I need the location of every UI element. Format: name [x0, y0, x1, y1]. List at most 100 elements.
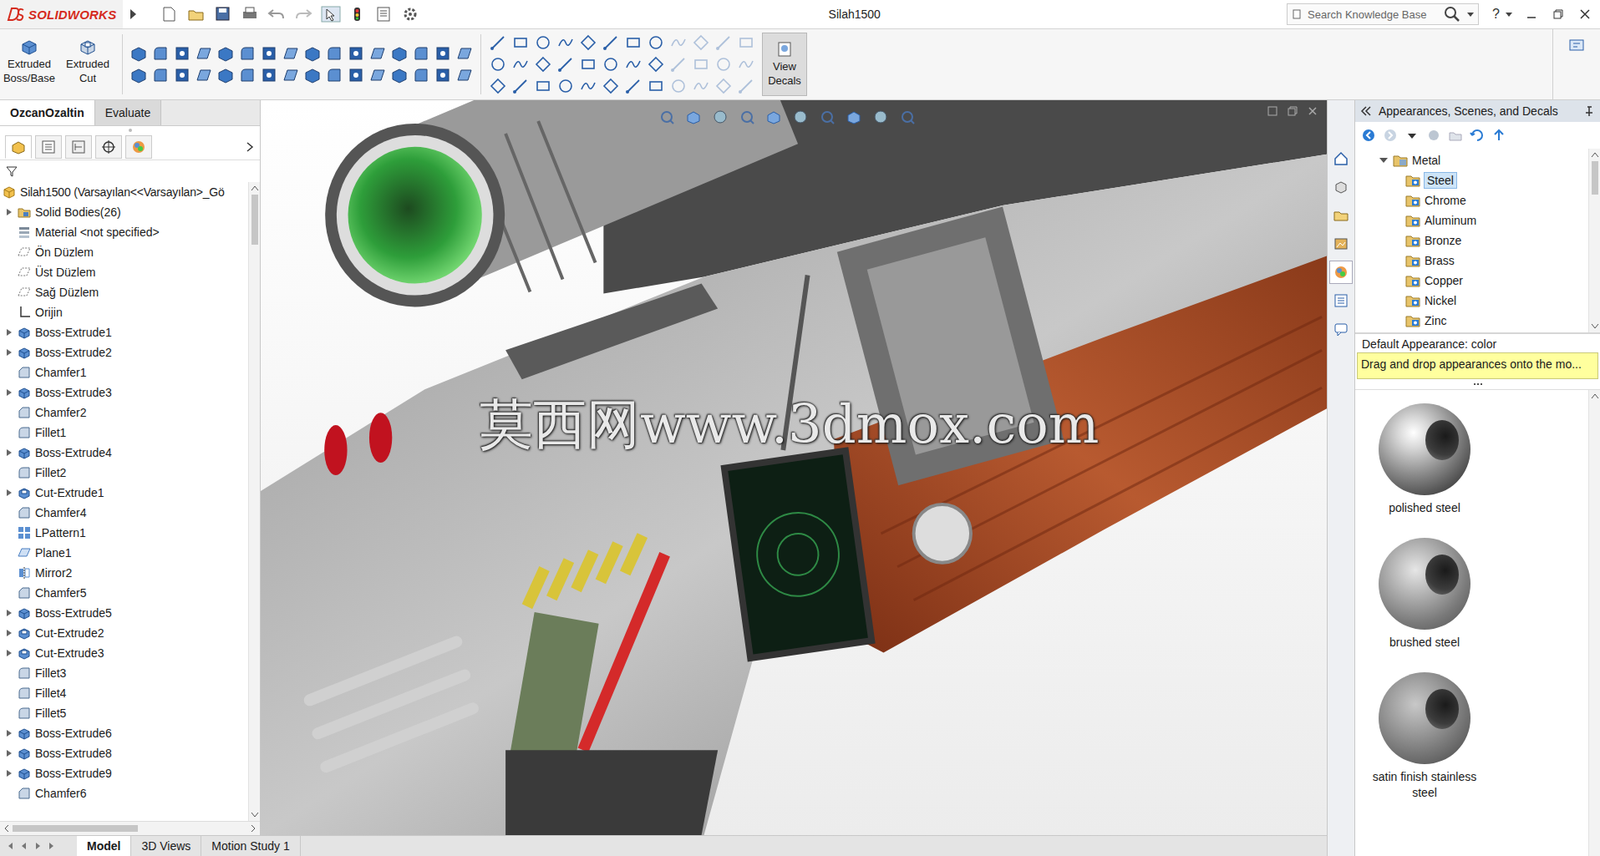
tab-scroll-icon[interactable]: [5, 840, 17, 853]
tree-item[interactable]: Sağ Düzlem: [0, 282, 249, 303]
sketch-tool-icon[interactable]: [736, 76, 756, 96]
feature-tool-icon[interactable]: [325, 44, 344, 63]
feature-tool-icon[interactable]: [129, 66, 148, 85]
appearance-category[interactable]: Steel: [1355, 170, 1589, 191]
feature-tool-icon[interactable]: [151, 66, 170, 85]
task-pane-tab[interactable]: [1329, 260, 1353, 285]
sketch-tool-icon[interactable]: [601, 33, 620, 52]
viewport-restore-icon[interactable]: [1286, 105, 1299, 117]
feature-tool-icon[interactable]: [172, 44, 192, 63]
sketch-tool-icon[interactable]: [556, 55, 575, 74]
sketch-tool-icon[interactable]: [624, 55, 643, 74]
sketch-tool-icon[interactable]: [646, 76, 666, 96]
expand-arrow-icon[interactable]: [5, 609, 13, 618]
expand-arrow-icon[interactable]: [5, 488, 13, 498]
expand-arrow-icon[interactable]: [5, 629, 13, 638]
logo[interactable]: SOLIDWORKS: [0, 0, 123, 29]
appearance-tree-scrollbar[interactable]: [1588, 148, 1600, 333]
tree-item[interactable]: Material <not specified>: [0, 222, 249, 243]
feature-tool-icon[interactable]: [259, 66, 279, 85]
tree-item[interactable]: Chamfer4: [0, 502, 249, 524]
tree-item[interactable]: Fillet3: [0, 663, 249, 684]
viewport-minimize-icon[interactable]: [1266, 105, 1279, 117]
more-tabs-icon[interactable]: [244, 141, 255, 153]
quick-access-icon[interactable]: [293, 5, 315, 24]
view-tool-icon[interactable]: [711, 108, 729, 126]
help-dropdown-icon[interactable]: [1504, 10, 1514, 19]
appearance-category[interactable]: Nickel: [1355, 290, 1589, 311]
collapse-icon[interactable]: [1360, 105, 1372, 117]
sketch-tool-icon[interactable]: [579, 76, 598, 96]
task-pane-tab[interactable]: [1329, 147, 1353, 171]
sketch-tool-icon[interactable]: [624, 76, 643, 96]
tree-item[interactable]: Cut-Extrude1: [0, 482, 249, 503]
feature-tool-icon[interactable]: [216, 66, 235, 85]
expand-arrow-icon[interactable]: [5, 649, 13, 658]
tree-item[interactable]: Mirror2: [0, 563, 249, 584]
feature-tool-icon[interactable]: [411, 44, 431, 63]
tree-item[interactable]: Fillet2: [0, 462, 249, 483]
swatch-scrollbar[interactable]: [1588, 390, 1600, 856]
tree-item[interactable]: Boss-Extrude5: [0, 603, 249, 624]
sketch-tool-icon[interactable]: [556, 33, 575, 52]
appearance-category[interactable]: Zinc: [1355, 310, 1589, 331]
feature-tool-icon[interactable]: [129, 44, 148, 63]
bottom-tab[interactable]: 3D Views: [131, 836, 202, 856]
filter-icon[interactable]: [5, 164, 19, 178]
scroll-right-icon[interactable]: [249, 824, 257, 834]
tree-item[interactable]: Chamfer2: [0, 402, 249, 423]
quick-access-icon[interactable]: [159, 5, 182, 24]
sketch-tool-icon[interactable]: [556, 76, 575, 96]
manager-tab[interactable]: [35, 135, 62, 159]
expand-arrow-icon[interactable]: [5, 769, 13, 778]
tree-item[interactable]: Boss-Extrude8: [0, 743, 249, 764]
feature-tool-icon[interactable]: [303, 44, 322, 63]
dropdown-arrow-icon[interactable]: [1466, 10, 1475, 19]
tree-item[interactable]: Boss-Extrude9: [0, 763, 249, 784]
minimize-icon[interactable]: [1523, 5, 1540, 23]
scroll-up-icon[interactable]: [1590, 151, 1600, 158]
bottom-tab[interactable]: Motion Study 1: [201, 836, 300, 856]
scroll-up-icon[interactable]: [250, 184, 260, 192]
tree-item[interactable]: Orijin: [0, 302, 249, 323]
pin-icon[interactable]: [1583, 105, 1595, 117]
graphics-area[interactable]: 莫西网www.3dmox.com: [260, 100, 1327, 836]
tree-item[interactable]: Boss-Extrude2: [0, 342, 249, 363]
tree-item[interactable]: Boss-Extrude1: [0, 322, 249, 343]
task-pane-tool-icon[interactable]: [1403, 126, 1421, 144]
search-field[interactable]: Search Knowledge Base: [1286, 3, 1479, 26]
tree-item[interactable]: Boss-Extrude6: [0, 723, 249, 744]
appearance-category[interactable]: Aluminum: [1355, 210, 1589, 231]
manager-tab[interactable]: [95, 135, 122, 159]
quick-access-icon[interactable]: [239, 5, 262, 24]
close-icon[interactable]: [1576, 5, 1594, 23]
appearance-swatch[interactable]: brushed steel: [1361, 538, 1488, 651]
sketch-tool-icon[interactable]: [624, 33, 643, 52]
tree-item[interactable]: Boss-Extrude4: [0, 442, 249, 463]
quick-access-icon[interactable]: [346, 5, 369, 24]
viewport-close-icon[interactable]: [1306, 105, 1319, 117]
tree-item[interactable]: Solid Bodies(26): [0, 202, 249, 223]
scroll-down-icon[interactable]: [1590, 323, 1600, 331]
view-decals-button[interactable]: View Decals: [761, 32, 808, 97]
help-button[interactable]: ?: [1492, 6, 1500, 22]
feature-tool-icon[interactable]: [281, 44, 300, 63]
tree-item[interactable]: LPattern1: [0, 523, 249, 544]
feature-tool-icon[interactable]: [390, 66, 409, 85]
expand-menu-icon[interactable]: [127, 7, 138, 21]
view-tool-icon[interactable]: [792, 108, 809, 126]
feature-tool-icon[interactable]: [455, 44, 474, 63]
sketch-tool-icon[interactable]: [601, 55, 620, 74]
expand-arrow-icon[interactable]: [5, 208, 13, 217]
sketch-tool-icon[interactable]: [488, 55, 508, 74]
tree-item[interactable]: Cut-Extrude2: [0, 623, 249, 644]
sketch-tool-icon[interactable]: [691, 55, 711, 74]
sketch-tool-icon[interactable]: [601, 76, 620, 96]
bottom-tab[interactable]: Model: [76, 836, 132, 856]
tree-item[interactable]: Chamfer6: [0, 783, 249, 804]
appearance-category[interactable]: Brass: [1355, 250, 1589, 271]
sketch-tool-icon[interactable]: [579, 55, 598, 74]
sketch-tool-icon[interactable]: [646, 55, 666, 74]
expand-arrow-icon[interactable]: [5, 328, 13, 337]
appearance-category[interactable]: Copper: [1355, 270, 1589, 291]
